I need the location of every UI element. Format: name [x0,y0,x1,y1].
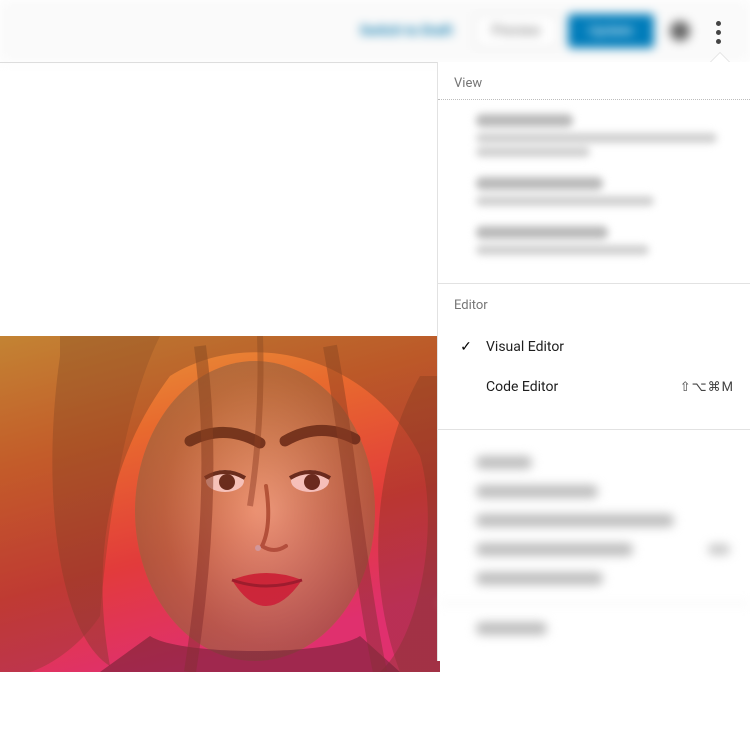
menu-item[interactable] [476,572,730,585]
dot-icon [716,21,721,26]
preview-button[interactable]: Preview [475,14,558,48]
editor-topbar: Switch to Draft Preview Update [0,0,750,62]
menu-item[interactable] [476,177,730,206]
editor-options-group: ✓ Visual Editor Code Editor ⇧⌥⌘M [438,321,750,419]
content-image [0,336,440,672]
menu-item-label: Code Editor [486,379,558,395]
menu-item[interactable] [476,485,730,498]
settings-icon[interactable] [670,21,690,41]
menu-item[interactable] [476,114,730,157]
more-options-button[interactable] [700,14,736,50]
menu-item[interactable] [476,543,730,556]
menu-item-label: Visual Editor [486,339,564,355]
switch-to-draft-link[interactable]: Switch to Draft [348,15,465,47]
code-editor-option[interactable]: Code Editor ⇧⌥⌘M [438,367,750,407]
menu-item[interactable] [476,226,730,255]
more-options-menu: View Editor ✓ Visual Editor [438,62,750,661]
dot-icon [716,39,721,44]
check-icon: ✓ [458,339,474,355]
menu-item[interactable] [476,514,730,527]
keyboard-shortcut: ⇧⌥⌘M [680,380,734,395]
menu-item[interactable] [476,456,730,469]
dot-icon [716,30,721,35]
menu-item[interactable] [476,622,730,635]
update-button[interactable]: Update [568,14,654,48]
visual-editor-option[interactable]: ✓ Visual Editor [438,327,750,367]
view-options-group [438,100,750,273]
editor-section-label: Editor [438,284,750,321]
tools-options-group [438,430,750,661]
view-section-label: View [438,62,750,99]
